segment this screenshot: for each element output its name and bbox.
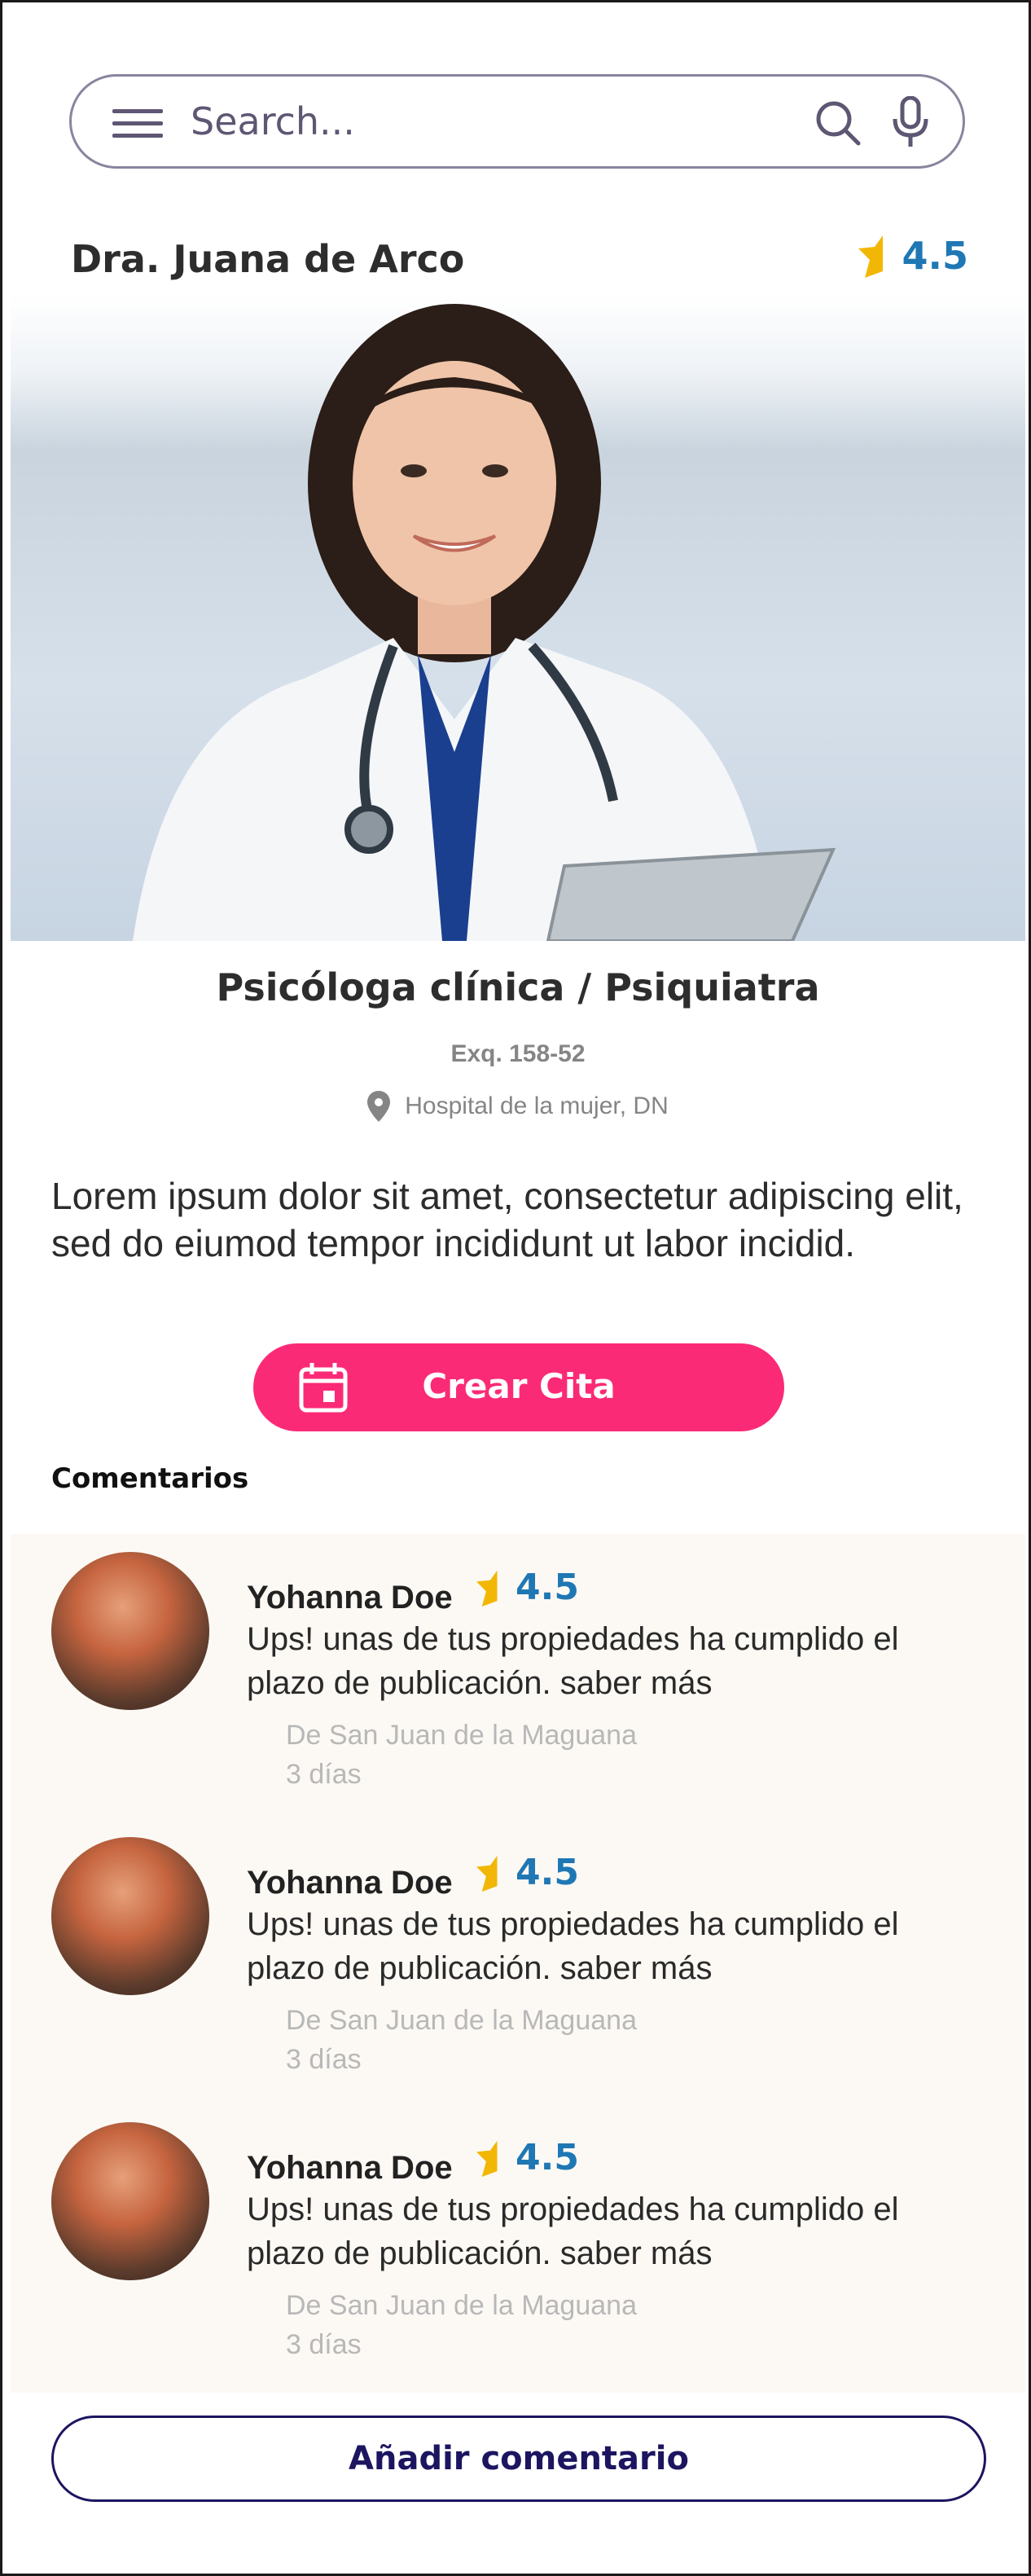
search-input[interactable]: Search... xyxy=(191,99,355,143)
comment-author: Yohanna Doe xyxy=(247,1580,453,1615)
rating-value: 4.5 xyxy=(516,1567,579,1608)
comment-text: Ups! unas de tus propiedades ha cumplido… xyxy=(247,1621,899,1701)
comment-rating: 4.5 xyxy=(476,1567,579,1608)
comment-rating: 4.5 xyxy=(476,1852,579,1893)
app-screen: Search... Dra. Juana de Arco 4.5 Psicólo… xyxy=(0,0,1031,2576)
comment-rating: 4.5 xyxy=(476,2137,579,2178)
star-icon xyxy=(476,1570,498,1607)
add-comment-button[interactable]: Añadir comentario xyxy=(51,2416,986,2502)
comment-text: Ups! unas de tus propiedades ha cumplido… xyxy=(247,2191,899,2271)
comments-title: Comentarios xyxy=(51,1462,249,1495)
star-icon xyxy=(476,1855,498,1892)
menu-icon[interactable] xyxy=(112,106,165,146)
rating-value: 4.5 xyxy=(516,1852,579,1893)
doctor-location: Hospital de la mujer, DN xyxy=(2,1091,1031,1122)
doctor-name: Dra. Juana de Arco xyxy=(71,237,465,281)
comment-location: De San Juan de la Maguana xyxy=(286,1720,637,1751)
avatar xyxy=(51,2122,209,2280)
comment-text: Ups! unas de tus propiedades ha cumplido… xyxy=(247,1906,899,1986)
doctor-description: Lorem ipsum dolor sit amet, consectetur … xyxy=(51,1175,963,1264)
create-appointment-label: Crear Cita xyxy=(422,1366,616,1406)
comment-item: Yohanna Doe 4.5 Ups! unas de tus propied… xyxy=(11,1534,1025,1819)
location-pin-icon xyxy=(367,1091,391,1122)
rating-value: 4.5 xyxy=(902,234,969,278)
doctor-photo xyxy=(11,296,1025,941)
comment-time: 3 días xyxy=(286,2329,362,2360)
comment-author: Yohanna Doe xyxy=(247,1865,453,1901)
star-icon xyxy=(858,235,883,278)
comment-time: 3 días xyxy=(286,2044,362,2075)
comment-time: 3 días xyxy=(286,1759,362,1790)
comment-location: De San Juan de la Maguana xyxy=(286,2290,637,2321)
microphone-icon[interactable] xyxy=(891,95,930,152)
search-icon[interactable] xyxy=(814,99,862,151)
location-text: Hospital de la mujer, DN xyxy=(405,1092,669,1119)
comment-location: De San Juan de la Maguana xyxy=(286,2005,637,2036)
rating-value: 4.5 xyxy=(516,2137,579,2178)
comment-author: Yohanna Doe xyxy=(247,2150,453,2186)
comment-item: Yohanna Doe 4.5 Ups! unas de tus propied… xyxy=(11,1819,1025,2104)
create-appointment-button[interactable]: Crear Cita xyxy=(253,1343,784,1431)
search-bar[interactable]: Search... xyxy=(69,74,965,169)
doctor-specialty: Psicóloga clínica / Psiquiatra xyxy=(216,965,820,1009)
comment-item: Yohanna Doe 4.5 Ups! unas de tus propied… xyxy=(11,2104,1025,2389)
doctor-rating: 4.5 xyxy=(858,234,969,278)
exequatur-number: Exq. 158-52 xyxy=(450,1040,586,1067)
avatar xyxy=(51,1837,209,1995)
avatar xyxy=(51,1552,209,1710)
comments-list: Yohanna Doe 4.5 Ups! unas de tus propied… xyxy=(11,1534,1025,2393)
star-icon xyxy=(476,2140,498,2177)
